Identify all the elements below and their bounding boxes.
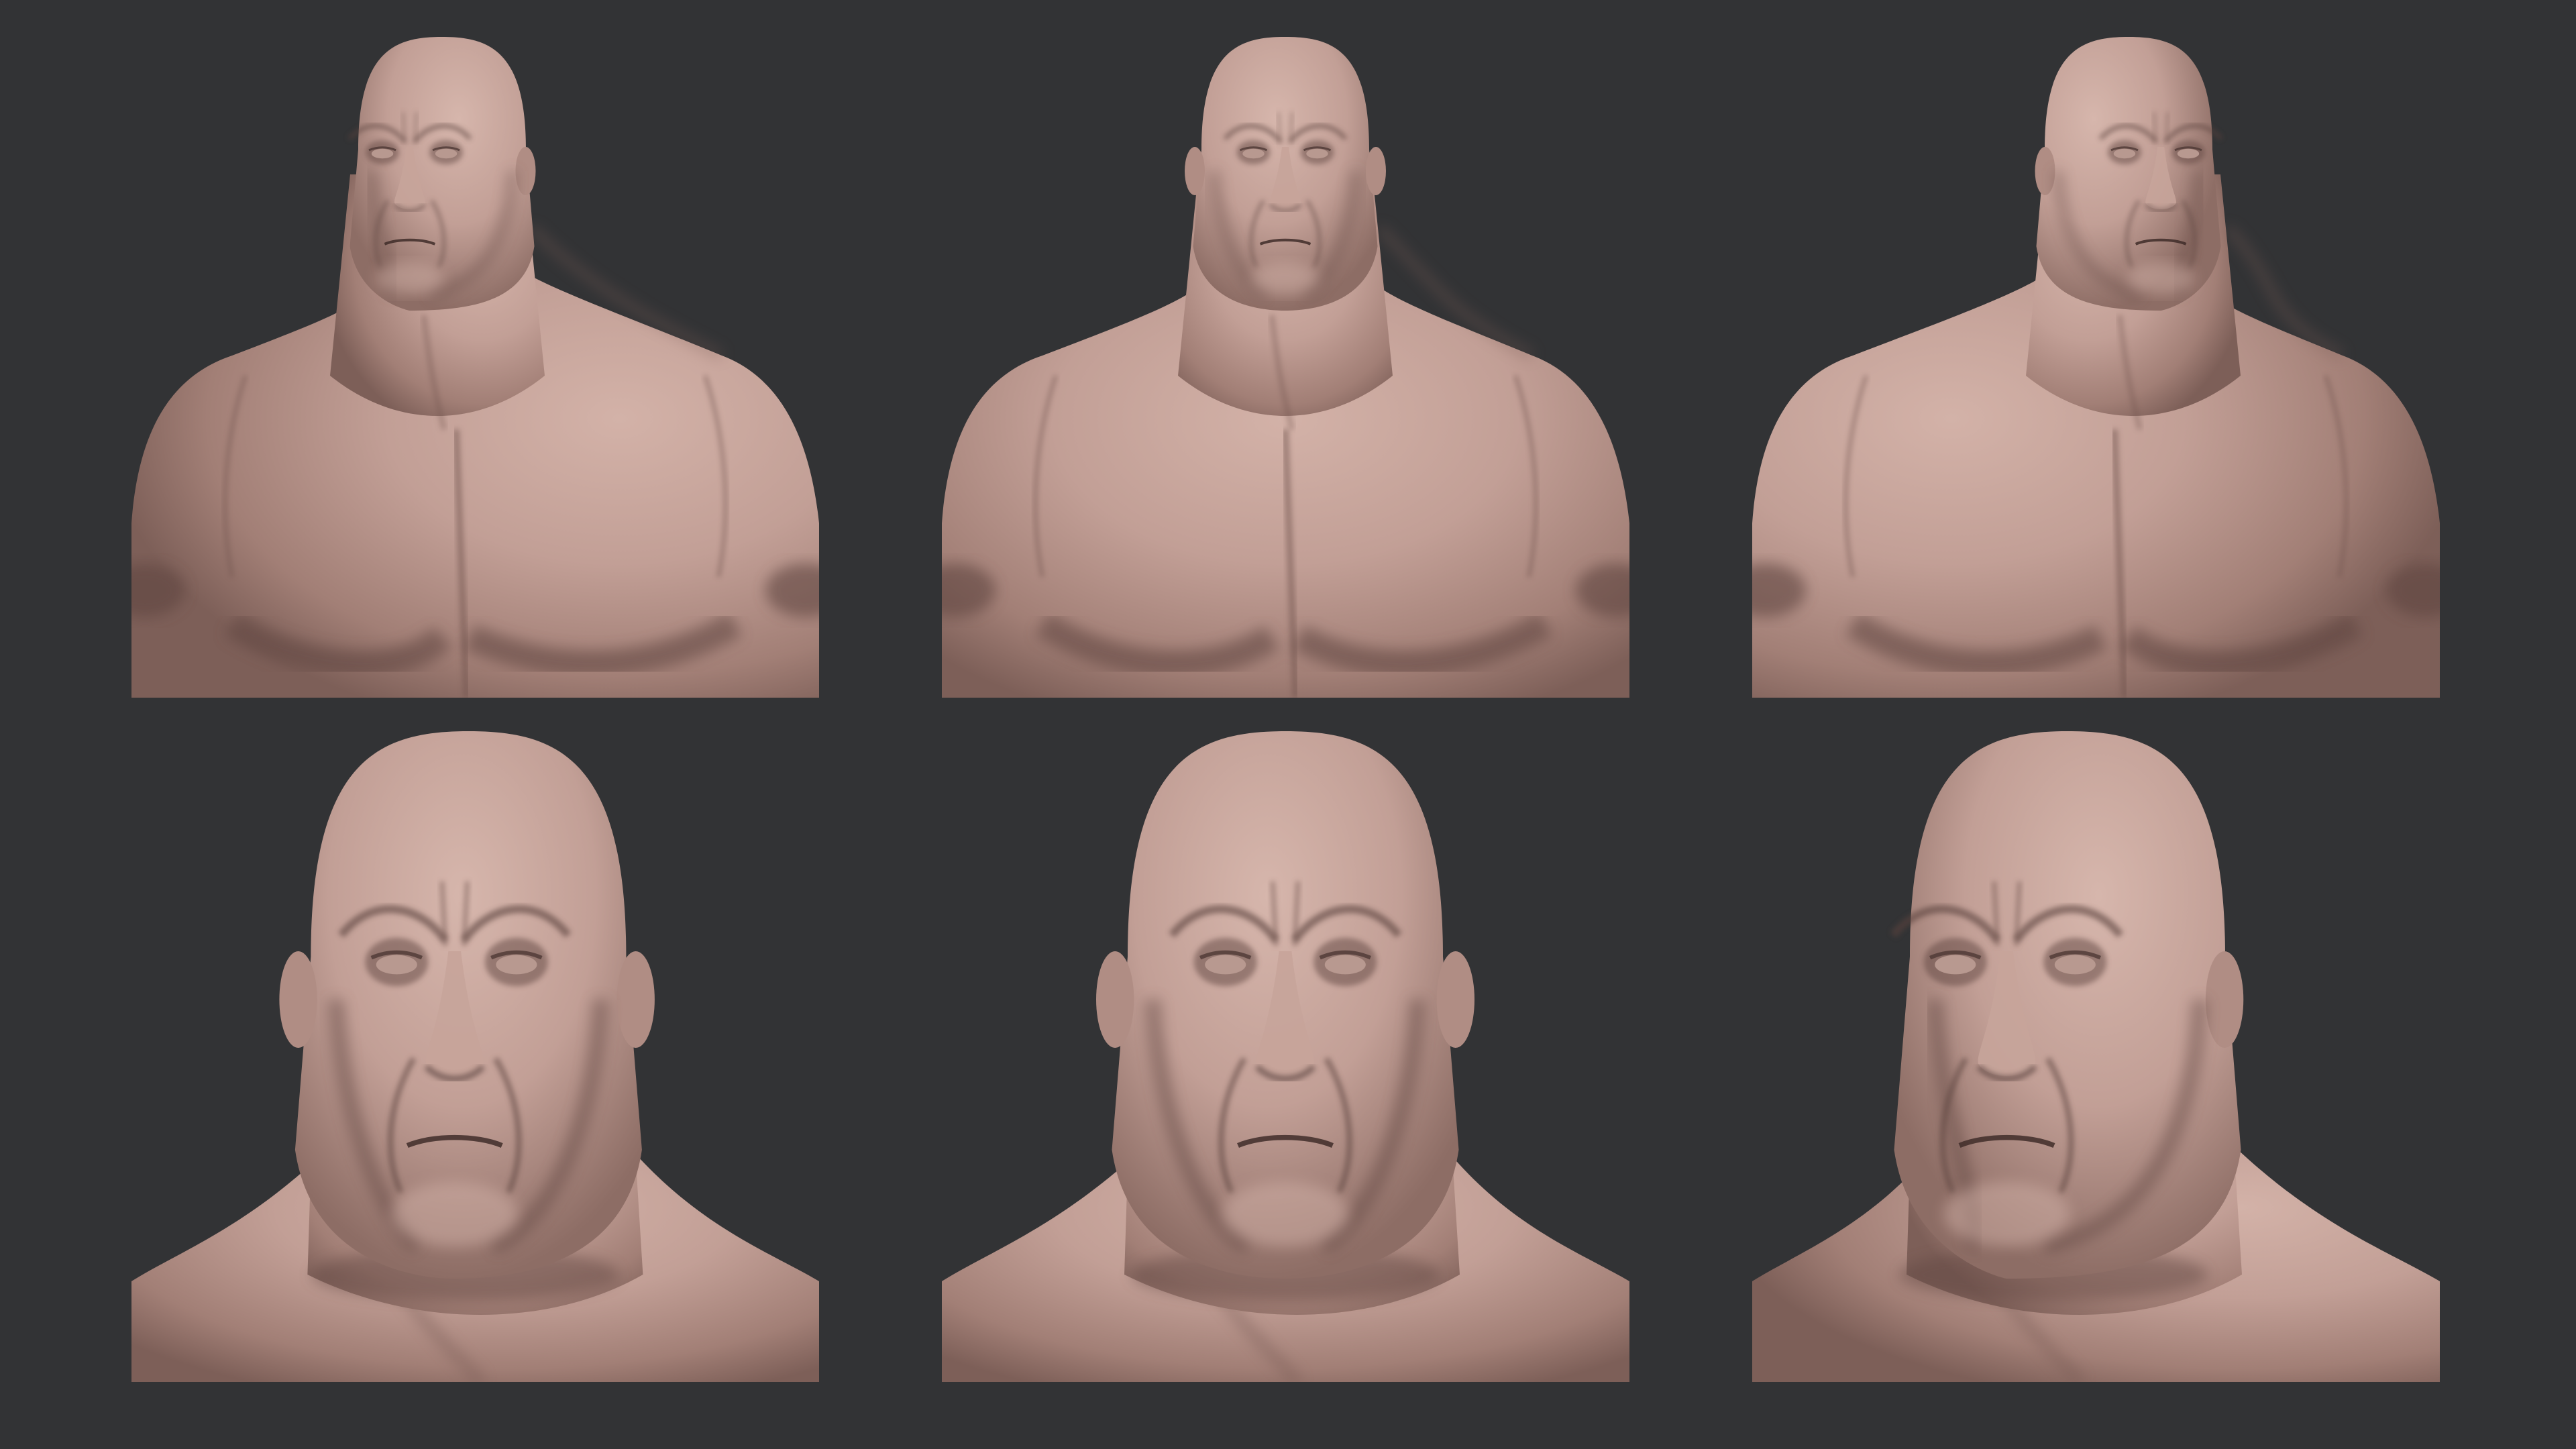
ear-left <box>279 951 317 1048</box>
eye <box>2054 955 2096 975</box>
head-front-left-render <box>131 731 819 1382</box>
head-front-render <box>942 731 1629 1382</box>
panel-bust-three-quarter-right <box>1752 0 2440 698</box>
panel-head-three-quarter-left <box>1752 684 2440 1382</box>
ear-right <box>1366 147 1386 195</box>
eye <box>1205 955 1246 975</box>
eye <box>2177 148 2200 159</box>
eye <box>496 955 537 975</box>
panel-bust-three-quarter-left <box>131 0 819 698</box>
ear-right <box>1436 951 1474 1048</box>
bust-three-quarter-right-render <box>1752 37 2440 698</box>
ear-right <box>515 147 536 195</box>
eye <box>435 148 458 159</box>
eye <box>376 955 417 975</box>
eye <box>1324 955 1366 975</box>
panel-head-front-left <box>131 684 819 1382</box>
ear-left <box>1185 147 1205 195</box>
head-shape <box>1894 731 2241 1279</box>
ear-right <box>2205 951 2244 1048</box>
head-shape <box>2036 37 2221 311</box>
chin <box>1943 1182 2070 1246</box>
bust-three-quarter-left-render <box>131 37 819 698</box>
head-shape <box>350 37 535 311</box>
eye <box>1306 148 1328 159</box>
eye <box>371 148 394 159</box>
model-sheet <box>0 0 2576 1449</box>
ear-left <box>2035 147 2055 195</box>
chin <box>2127 262 2195 294</box>
ear-left <box>1096 951 1134 1048</box>
eye <box>2113 148 2136 159</box>
eye <box>1935 955 1976 975</box>
ear-right <box>616 951 655 1048</box>
panel-head-front <box>942 684 1629 1382</box>
chin <box>1252 262 1319 294</box>
bust-front-render <box>942 37 1629 698</box>
chin <box>1222 1182 1348 1246</box>
chin <box>376 262 443 294</box>
chin <box>391 1182 518 1246</box>
head-three-quarter-left-render <box>1752 731 2440 1382</box>
eye <box>1242 148 1265 159</box>
panel-bust-front <box>942 0 1629 698</box>
